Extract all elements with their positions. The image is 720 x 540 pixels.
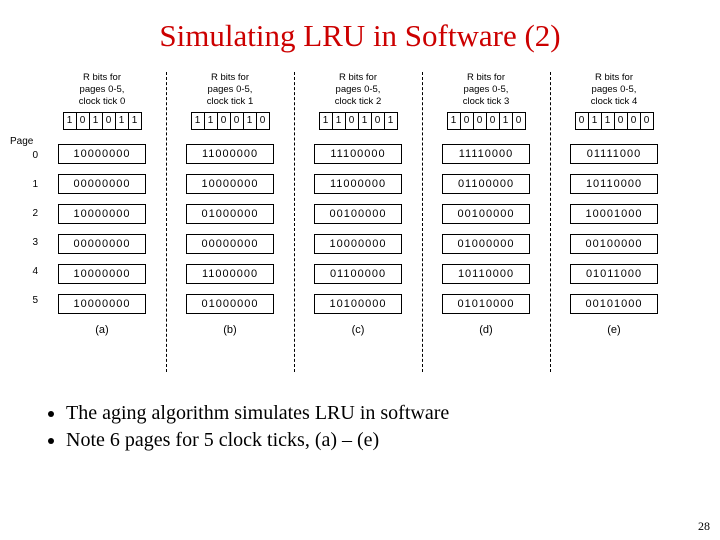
counter-box: 10000000	[58, 294, 146, 314]
row-index: 5	[26, 295, 38, 306]
page-axis-label: Page	[10, 136, 33, 147]
r-bit-cell: 0	[256, 112, 270, 130]
r-bit-cell: 0	[345, 112, 359, 130]
counter-box: 10000000	[186, 174, 274, 194]
counter-box: 01000000	[442, 234, 530, 254]
counter-box: 00100000	[570, 234, 658, 254]
column-header: R bits for pages 0-5, clock tick 2	[300, 72, 416, 108]
column-header: R bits for pages 0-5, clock tick 3	[428, 72, 544, 108]
column-label: (d)	[428, 324, 544, 336]
counter-box: 01000000	[186, 294, 274, 314]
r-bit-cell: 0	[76, 112, 90, 130]
r-bit-cell: 1	[243, 112, 257, 130]
column-label: (b)	[172, 324, 288, 336]
aging-figure: Page 0 1 2 3 4 5 R bits for pages 0-5, c…	[40, 72, 680, 392]
r-bit-cell: 0	[230, 112, 244, 130]
counter-box: 00000000	[186, 234, 274, 254]
r-bit-cell: 0	[614, 112, 628, 130]
counter-box: 01100000	[314, 264, 402, 284]
counter-box: 11000000	[186, 144, 274, 164]
tick-column-a: R bits for pages 0-5, clock tick 0 1 0 1…	[44, 72, 160, 392]
r-bit-cell: 0	[371, 112, 385, 130]
r-bit-cell: 0	[486, 112, 500, 130]
r-bit-cell: 0	[102, 112, 116, 130]
counter-box: 01100000	[442, 174, 530, 194]
row-index: 2	[26, 208, 38, 219]
counter-box: 00100000	[314, 204, 402, 224]
row-index: 4	[26, 266, 38, 277]
r-bit-cell: 0	[512, 112, 526, 130]
counter-box: 11100000	[314, 144, 402, 164]
r-bits-row: 1 0 0 0 1 0	[428, 112, 544, 130]
counter-box: 01000000	[186, 204, 274, 224]
r-bit-cell: 0	[217, 112, 231, 130]
counter-box: 00100000	[442, 204, 530, 224]
r-bit-cell: 1	[601, 112, 615, 130]
counter-box: 00101000	[570, 294, 658, 314]
tick-column-b: R bits for pages 0-5, clock tick 1 1 1 0…	[172, 72, 288, 392]
r-bit-cell: 0	[473, 112, 487, 130]
r-bits-row: 1 1 0 1 0 1	[300, 112, 416, 130]
row-index: 1	[26, 179, 38, 190]
bullet-item: The aging algorithm simulates LRU in sof…	[66, 400, 690, 427]
tick-column-c: R bits for pages 0-5, clock tick 2 1 1 0…	[300, 72, 416, 392]
r-bits-row: 1 1 0 0 1 0	[172, 112, 288, 130]
column-separator	[550, 72, 551, 372]
row-index: 0	[26, 150, 38, 161]
bullet-list: The aging algorithm simulates LRU in sof…	[46, 400, 690, 454]
r-bit-cell: 0	[640, 112, 654, 130]
counter-box: 10000000	[58, 204, 146, 224]
column-header: R bits for pages 0-5, clock tick 1	[172, 72, 288, 108]
page-title: Simulating LRU in Software (2)	[0, 0, 720, 60]
column-label: (c)	[300, 324, 416, 336]
r-bit-cell: 1	[204, 112, 218, 130]
counter-box: 01111000	[570, 144, 658, 164]
column-header: R bits for pages 0-5, clock tick 0	[44, 72, 160, 108]
column-separator	[294, 72, 295, 372]
tick-column-e: R bits for pages 0-5, clock tick 4 0 1 1…	[556, 72, 672, 392]
r-bit-cell: 1	[89, 112, 103, 130]
counter-box: 11000000	[186, 264, 274, 284]
r-bit-cell: 1	[128, 112, 142, 130]
r-bit-cell: 1	[63, 112, 77, 130]
column-label: (e)	[556, 324, 672, 336]
r-bit-cell: 1	[447, 112, 461, 130]
counter-box: 11110000	[442, 144, 530, 164]
counter-box: 01010000	[442, 294, 530, 314]
counter-box: 10110000	[442, 264, 530, 284]
counter-box: 01011000	[570, 264, 658, 284]
counter-box: 10100000	[314, 294, 402, 314]
r-bits-row: 1 0 1 0 1 1	[44, 112, 160, 130]
counter-box: 10000000	[58, 264, 146, 284]
r-bit-cell: 0	[575, 112, 589, 130]
page-number: 28	[698, 519, 710, 534]
r-bit-cell: 1	[191, 112, 205, 130]
bullet-item: Note 6 pages for 5 clock ticks, (a) – (e…	[66, 427, 690, 454]
column-header: R bits for pages 0-5, clock tick 4	[556, 72, 672, 108]
counter-box: 00000000	[58, 234, 146, 254]
r-bits-row: 0 1 1 0 0 0	[556, 112, 672, 130]
counter-box: 10001000	[570, 204, 658, 224]
counter-box: 11000000	[314, 174, 402, 194]
r-bit-cell: 1	[319, 112, 333, 130]
r-bit-cell: 1	[358, 112, 372, 130]
row-index: 3	[26, 237, 38, 248]
counter-box: 10000000	[314, 234, 402, 254]
column-separator	[166, 72, 167, 372]
r-bit-cell: 1	[332, 112, 346, 130]
r-bit-cell: 1	[384, 112, 398, 130]
r-bit-cell: 0	[627, 112, 641, 130]
r-bit-cell: 1	[499, 112, 513, 130]
tick-column-d: R bits for pages 0-5, clock tick 3 1 0 0…	[428, 72, 544, 392]
column-separator	[422, 72, 423, 372]
column-label: (a)	[44, 324, 160, 336]
counter-box: 10000000	[58, 144, 146, 164]
r-bit-cell: 1	[588, 112, 602, 130]
r-bit-cell: 1	[115, 112, 129, 130]
counter-box: 10110000	[570, 174, 658, 194]
counter-box: 00000000	[58, 174, 146, 194]
r-bit-cell: 0	[460, 112, 474, 130]
